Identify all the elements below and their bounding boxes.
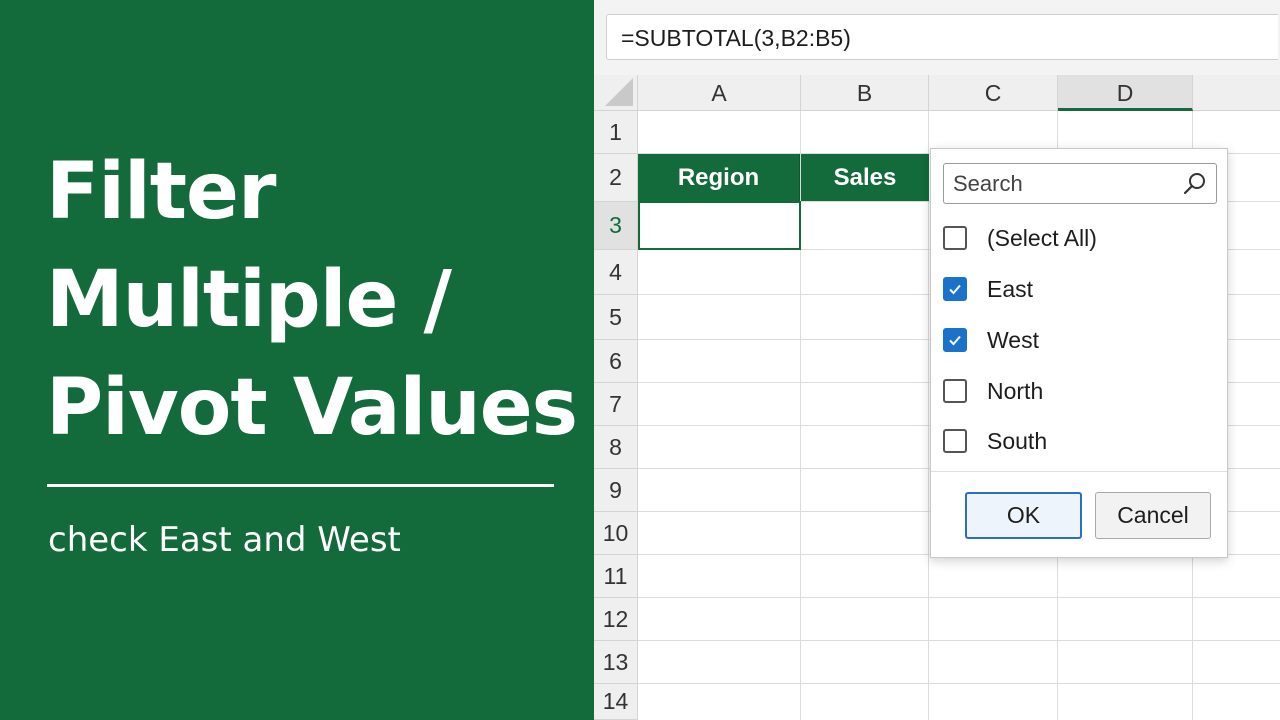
title-divider <box>47 484 554 487</box>
grid-line <box>928 111 929 720</box>
checkbox-south[interactable] <box>943 429 967 453</box>
formula-bar[interactable]: =SUBTOTAL(3,B2:B5) <box>606 14 1278 60</box>
row-header-14[interactable]: 14 <box>594 684 638 720</box>
corner-triangle-icon <box>605 78 633 106</box>
column-header-a[interactable]: A <box>638 75 801 111</box>
filter-item-label: South <box>987 427 1048 454</box>
filter-item-select-all[interactable]: (Select All) <box>943 221 1213 255</box>
column-header-b[interactable]: B <box>801 75 929 111</box>
grid-line <box>638 597 1280 598</box>
search-input[interactable]: Search <box>943 163 1217 204</box>
checkmark-icon <box>949 335 961 346</box>
checkmark-icon <box>949 284 961 295</box>
filter-dropdown: Search (Select All) East West North Sout… <box>930 148 1228 558</box>
filter-item-north[interactable]: North <box>943 374 1213 408</box>
checkbox-north[interactable] <box>943 379 967 403</box>
ok-button[interactable]: OK <box>965 492 1082 539</box>
search-icon <box>1183 173 1205 195</box>
filter-item-label: West <box>987 326 1039 353</box>
title-line-2: Multiple / <box>46 255 452 345</box>
column-header-d[interactable]: D <box>1058 75 1193 111</box>
filter-item-label: East <box>987 275 1034 302</box>
row-header-4[interactable]: 4 <box>594 250 638 295</box>
active-cell-a3[interactable] <box>638 201 801 250</box>
row-header-11[interactable]: 11 <box>594 555 638 598</box>
popup-divider <box>931 471 1227 472</box>
cancel-button[interactable]: Cancel <box>1095 492 1211 539</box>
filter-item-south[interactable]: South <box>943 424 1213 458</box>
title-panel: Filter Multiple / Pivot Values check Eas… <box>0 0 594 720</box>
row-header-13[interactable]: 13 <box>594 641 638 684</box>
row-header-2[interactable]: 2 <box>594 154 638 202</box>
title-line-3: Pivot Values <box>46 363 578 453</box>
subtitle: check East and West <box>48 520 401 560</box>
row-header-12[interactable]: 12 <box>594 598 638 641</box>
page-title: Filter Multiple / Pivot Values <box>46 138 578 462</box>
row-header-5[interactable]: 5 <box>594 295 638 340</box>
checkbox-select-all[interactable] <box>943 226 967 250</box>
grid-line <box>638 683 1280 684</box>
column-header-e[interactable] <box>1193 75 1280 111</box>
column-header-c[interactable]: C <box>929 75 1058 111</box>
row-header-1[interactable]: 1 <box>594 111 638 154</box>
row-header-7[interactable]: 7 <box>594 383 638 426</box>
select-all-corner[interactable] <box>594 75 638 111</box>
checkbox-east[interactable] <box>943 277 967 301</box>
table-header-region[interactable]: Region <box>638 154 800 201</box>
row-header-6[interactable]: 6 <box>594 340 638 383</box>
row-header-9[interactable]: 9 <box>594 469 638 512</box>
row-header-8[interactable]: 8 <box>594 426 638 469</box>
checkbox-west[interactable] <box>943 328 967 352</box>
grid-line <box>638 640 1280 641</box>
row-header-10[interactable]: 10 <box>594 512 638 555</box>
filter-item-east[interactable]: East <box>943 272 1213 306</box>
filter-item-label: (Select All) <box>987 224 1097 251</box>
search-placeholder: Search <box>953 171 1023 196</box>
formula-text: =SUBTOTAL(3,B2:B5) <box>621 25 851 51</box>
filter-item-west[interactable]: West <box>943 323 1213 357</box>
title-line-1: Filter <box>46 147 276 237</box>
row-header-3[interactable]: 3 <box>594 202 638 250</box>
table-header-sales[interactable]: Sales <box>801 154 929 201</box>
filter-item-label: North <box>987 377 1044 404</box>
